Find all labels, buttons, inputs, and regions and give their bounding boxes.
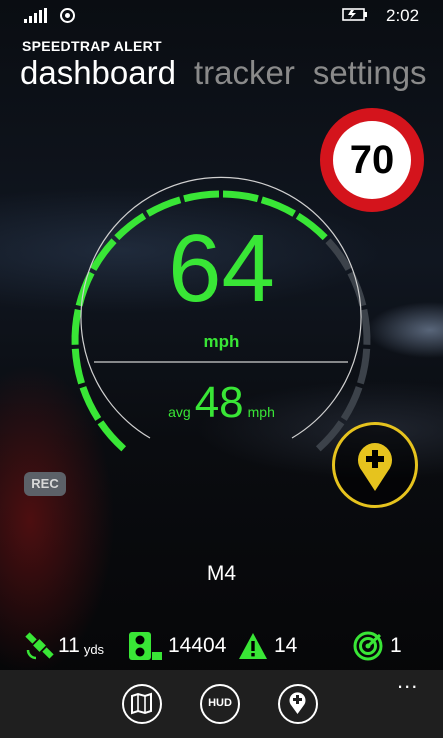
radar-count-value: 1 bbox=[390, 634, 402, 657]
camera-count-value: 14404 bbox=[168, 634, 227, 657]
gauge-segment bbox=[146, 196, 182, 217]
gps-accuracy-unit: yds bbox=[83, 641, 105, 657]
alert-count: 14 bbox=[238, 626, 297, 666]
map-pin-plus-icon bbox=[289, 692, 306, 714]
add-speedtrap-button[interactable] bbox=[332, 422, 418, 508]
map-icon bbox=[131, 692, 152, 715]
warning-icon bbox=[239, 633, 267, 659]
avg-label: avg bbox=[168, 404, 191, 420]
average-speed: avg48 mph bbox=[0, 378, 443, 428]
satellite-icon bbox=[25, 632, 54, 660]
add-location-button[interactable] bbox=[278, 684, 318, 724]
current-speed: 64 bbox=[168, 215, 275, 322]
gauge-segment bbox=[183, 190, 220, 203]
app-bar: HUD ... bbox=[0, 670, 443, 738]
gps-accuracy: 11 yds bbox=[24, 626, 104, 666]
speed-camera-icon bbox=[129, 632, 162, 660]
gps-accuracy-value: 11 bbox=[58, 634, 80, 657]
alert-count-value: 14 bbox=[274, 634, 298, 657]
gauge-segment bbox=[222, 190, 259, 203]
current-road: M4 bbox=[206, 562, 237, 585]
hud-button[interactable]: HUD bbox=[200, 684, 240, 724]
camera-count: 14404 bbox=[128, 626, 226, 666]
speed-unit: mph bbox=[203, 332, 240, 351]
record-button[interactable]: REC bbox=[24, 472, 66, 496]
radar-count: 1 bbox=[352, 626, 402, 666]
avg-speed-unit: mph bbox=[247, 404, 275, 420]
more-options-icon[interactable]: ... bbox=[397, 670, 418, 692]
radar-icon bbox=[353, 631, 383, 661]
gauge-segment bbox=[260, 196, 296, 217]
avg-speed-value: 48 bbox=[194, 378, 244, 427]
map-button[interactable] bbox=[122, 684, 162, 724]
stats-bar: 11 yds 14404 14 1 bbox=[0, 626, 443, 666]
map-pin-plus-icon bbox=[358, 443, 392, 491]
